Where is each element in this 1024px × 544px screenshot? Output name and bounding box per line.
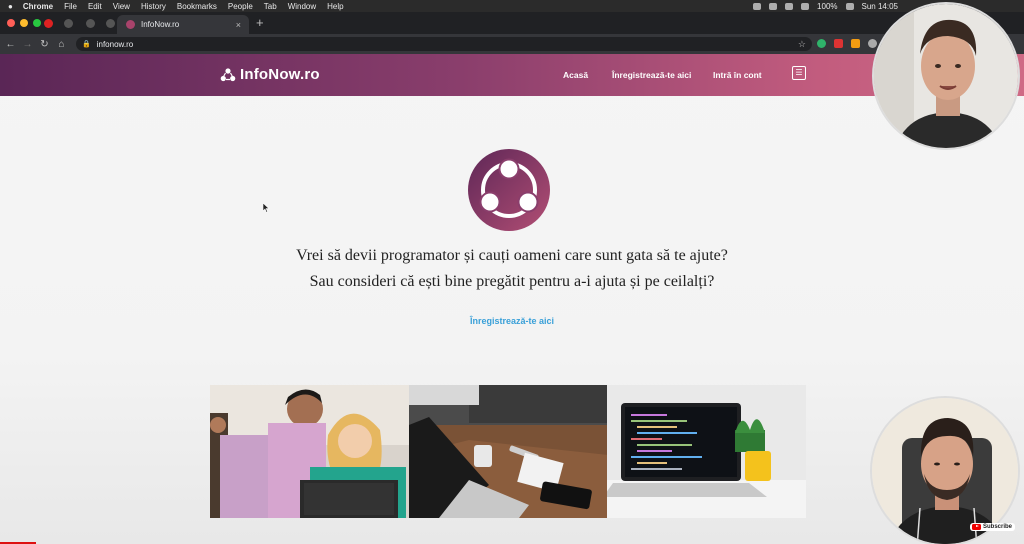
- subscribe-label: Subscribe: [983, 524, 1013, 530]
- zoom-window-button[interactable]: [33, 19, 41, 27]
- photo-laptop-code: [607, 385, 806, 518]
- hero-logo: [468, 149, 550, 231]
- language-translate-icon[interactable]: ☰: [792, 66, 806, 80]
- extension-grammarly-icon[interactable]: [817, 39, 826, 48]
- pinned-tab-icon[interactable]: [106, 19, 115, 28]
- extension-icon[interactable]: [834, 39, 843, 48]
- clock[interactable]: Sun 14:05: [862, 2, 898, 11]
- close-window-button[interactable]: [7, 19, 15, 27]
- menu-view[interactable]: View: [113, 2, 130, 11]
- tab-infonow[interactable]: InfoNow.ro ×: [117, 15, 249, 34]
- wifi-icon[interactable]: [801, 2, 810, 10]
- photo-strip: [210, 385, 806, 518]
- status-icon[interactable]: [785, 2, 794, 10]
- menu-window[interactable]: Window: [288, 2, 316, 11]
- window-controls: [7, 19, 41, 27]
- pinned-tab-icon[interactable]: [64, 19, 73, 28]
- macos-menubar: ● Chrome File Edit View History Bookmark…: [0, 0, 1024, 12]
- menu-history[interactable]: History: [141, 2, 166, 11]
- bookmark-star-icon[interactable]: ☆: [798, 39, 806, 50]
- back-arrow-icon[interactable]: ←: [2, 39, 19, 50]
- hero-tagline-line2: Sau consideri că ești bine pregătit pent…: [309, 273, 715, 290]
- screen: ● Chrome File Edit View History Bookmark…: [0, 0, 1024, 544]
- new-tab-button[interactable]: +: [256, 15, 264, 30]
- webcam-presenter-1: [872, 2, 1020, 150]
- subscribe-button[interactable]: Subscribe: [970, 523, 1016, 531]
- nav-login-link[interactable]: Intră în cont: [713, 70, 762, 80]
- youtube-logo-icon: [972, 524, 981, 530]
- extension-icon[interactable]: [851, 39, 860, 48]
- lock-icon[interactable]: 🔒: [82, 40, 91, 48]
- menu-tab[interactable]: Tab: [264, 2, 277, 11]
- pinned-tab-youtube-icon[interactable]: [44, 19, 53, 28]
- infonow-favicon-icon: [126, 20, 135, 29]
- brand-name: InfoNow.ro: [240, 66, 320, 83]
- hero-tagline-line1: Vrei să devii programator și cauți oamen…: [296, 247, 728, 264]
- nav-home-link[interactable]: Acasă: [563, 70, 588, 80]
- apple-icon[interactable]: ●: [8, 2, 13, 11]
- browser-tab-strip: InfoNow.ro × +: [0, 12, 1024, 34]
- forward-arrow-icon[interactable]: →: [19, 39, 36, 50]
- reload-icon[interactable]: ↻: [36, 39, 53, 50]
- photo-people-laptop: [210, 385, 409, 518]
- minimize-window-button[interactable]: [20, 19, 28, 27]
- photo-desk: [408, 385, 608, 518]
- mouse-cursor-icon: [263, 203, 270, 213]
- close-tab-icon[interactable]: ×: [236, 20, 241, 30]
- menu-edit[interactable]: Edit: [88, 2, 102, 11]
- battery-icon[interactable]: [845, 2, 854, 10]
- site-brand[interactable]: InfoNow.ro: [220, 66, 320, 83]
- menu-file[interactable]: File: [64, 2, 77, 11]
- battery-percent: 100%: [817, 1, 838, 11]
- menu-help[interactable]: Help: [327, 2, 343, 11]
- status-icon[interactable]: [753, 2, 762, 10]
- url-text[interactable]: infonow.ro: [97, 40, 133, 49]
- home-icon[interactable]: ⌂: [53, 39, 70, 50]
- webcam-presenter-2: [870, 396, 1020, 544]
- hero-register-link[interactable]: Înregistrează-te aici: [0, 316, 1024, 326]
- browser-toolbar: ← → ↻ ⌂ 🔒 infonow.ro ☆: [0, 34, 1024, 54]
- menu-bookmarks[interactable]: Bookmarks: [177, 2, 217, 11]
- status-icon[interactable]: [769, 2, 778, 10]
- menu-people[interactable]: People: [228, 2, 253, 11]
- nav-register-link[interactable]: Înregistrează-te aici: [612, 70, 691, 80]
- address-bar[interactable]: 🔒 infonow.ro ☆: [76, 37, 812, 51]
- site-header: InfoNow.ro Acasă Înregistrează-te aici I…: [0, 54, 1024, 96]
- extension-icon[interactable]: [868, 39, 877, 48]
- tab-title: InfoNow.ro: [141, 20, 180, 29]
- community-logo-icon: [479, 158, 539, 218]
- pinned-tab-icon[interactable]: [86, 19, 95, 28]
- brand-logo-icon: [220, 67, 236, 81]
- menu-app-name[interactable]: Chrome: [23, 2, 53, 11]
